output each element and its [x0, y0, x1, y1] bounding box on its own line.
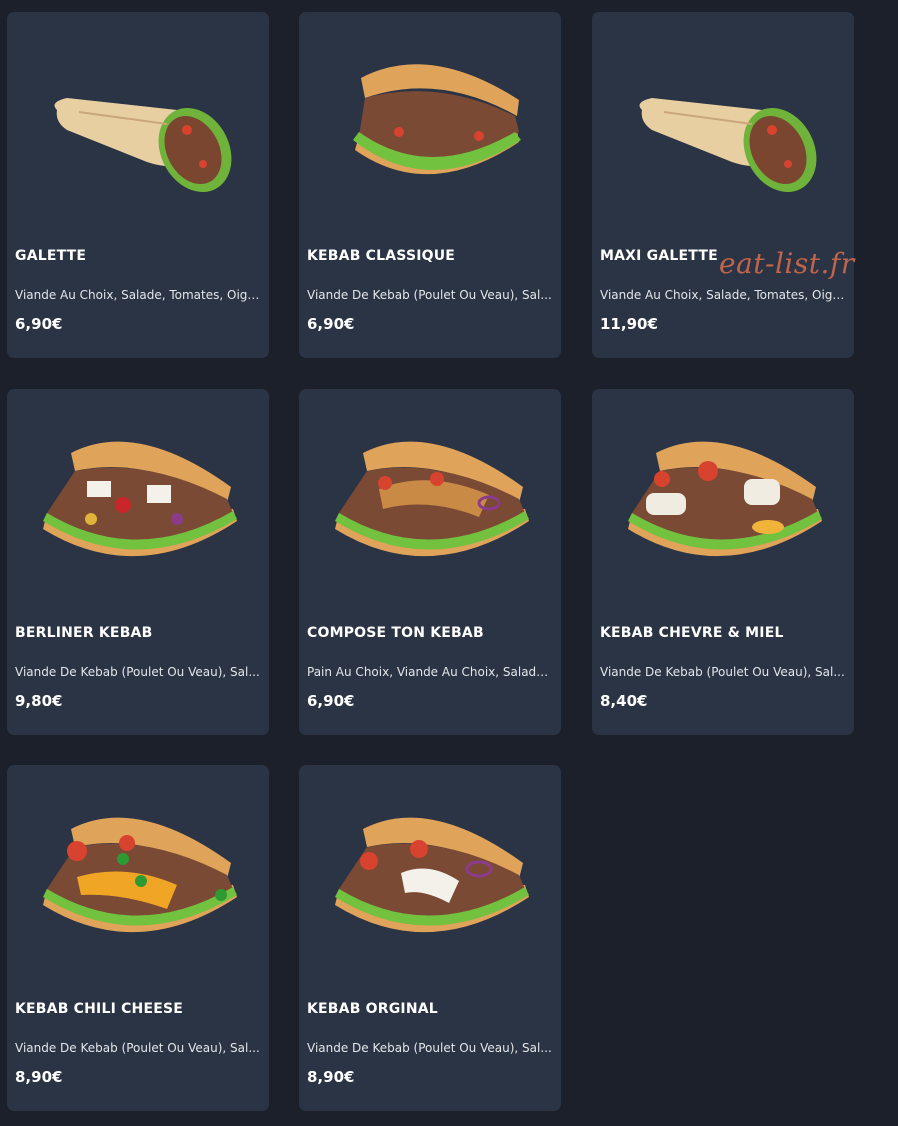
product-image — [27, 409, 249, 579]
product-price: 6,90€ — [307, 692, 355, 710]
product-name: BERLINER KEBAB — [15, 625, 153, 641]
product-description: Viande De Kebab (Poulet Ou Veau), Sal... — [307, 288, 552, 302]
product-price: 11,90€ — [600, 315, 658, 333]
product-image — [319, 409, 541, 579]
product-card-berliner-kebab[interactable]: BERLINER KEBAB Viande De Kebab (Poulet O… — [7, 389, 269, 735]
watermark-logo: eat-list.fr — [719, 247, 855, 280]
product-name: COMPOSE TON KEBAB — [307, 625, 484, 641]
product-name: KEBAB ORGINAL — [307, 1001, 438, 1017]
product-name: MAXI GALETTE — [600, 248, 718, 264]
product-image — [27, 32, 249, 202]
product-name: KEBAB CHEVRE & MIEL — [600, 625, 784, 641]
product-image — [612, 32, 834, 202]
product-card-kebab-orginal[interactable]: KEBAB ORGINAL Viande De Kebab (Poulet Ou… — [299, 765, 561, 1111]
product-price: 6,90€ — [15, 315, 63, 333]
product-card-compose-ton-kebab[interactable]: COMPOSE TON KEBAB Pain Au Choix, Viande … — [299, 389, 561, 735]
product-card-kebab-classique[interactable]: KEBAB CLASSIQUE Viande De Kebab (Poulet … — [299, 12, 561, 358]
product-image — [612, 409, 834, 579]
product-image — [27, 785, 249, 955]
product-description: Pain Au Choix, Viande Au Choix, Salade,.… — [307, 665, 555, 679]
product-card-galette[interactable]: GALETTE Viande Au Choix, Salade, Tomates… — [7, 12, 269, 358]
product-name: KEBAB CHILI CHEESE — [15, 1001, 184, 1017]
product-price: 8,40€ — [600, 692, 648, 710]
product-description: Viande Au Choix, Salade, Tomates, Oign..… — [600, 288, 848, 302]
product-description: Viande De Kebab (Poulet Ou Veau), Sal... — [307, 1041, 552, 1055]
product-image — [319, 32, 541, 202]
product-card-kebab-chevre-miel[interactable]: KEBAB CHEVRE & MIEL Viande De Kebab (Pou… — [592, 389, 854, 735]
product-description: Viande De Kebab (Poulet Ou Veau), Sal... — [15, 665, 260, 679]
product-description: Viande Au Choix, Salade, Tomates, Oign..… — [15, 288, 263, 302]
product-price: 8,90€ — [307, 1068, 355, 1086]
product-name: GALETTE — [15, 248, 87, 264]
product-price: 8,90€ — [15, 1068, 63, 1086]
product-price: 9,80€ — [15, 692, 63, 710]
product-image — [319, 785, 541, 955]
product-price: 6,90€ — [307, 315, 355, 333]
product-name: KEBAB CLASSIQUE — [307, 248, 456, 264]
product-description: Viande De Kebab (Poulet Ou Veau), Sal... — [600, 665, 845, 679]
product-description: Viande De Kebab (Poulet Ou Veau), Sal... — [15, 1041, 260, 1055]
product-card-kebab-chili-cheese[interactable]: KEBAB CHILI CHEESE Viande De Kebab (Poul… — [7, 765, 269, 1111]
product-card-maxi-galette[interactable]: MAXI GALETTE Viande Au Choix, Salade, To… — [592, 12, 854, 358]
